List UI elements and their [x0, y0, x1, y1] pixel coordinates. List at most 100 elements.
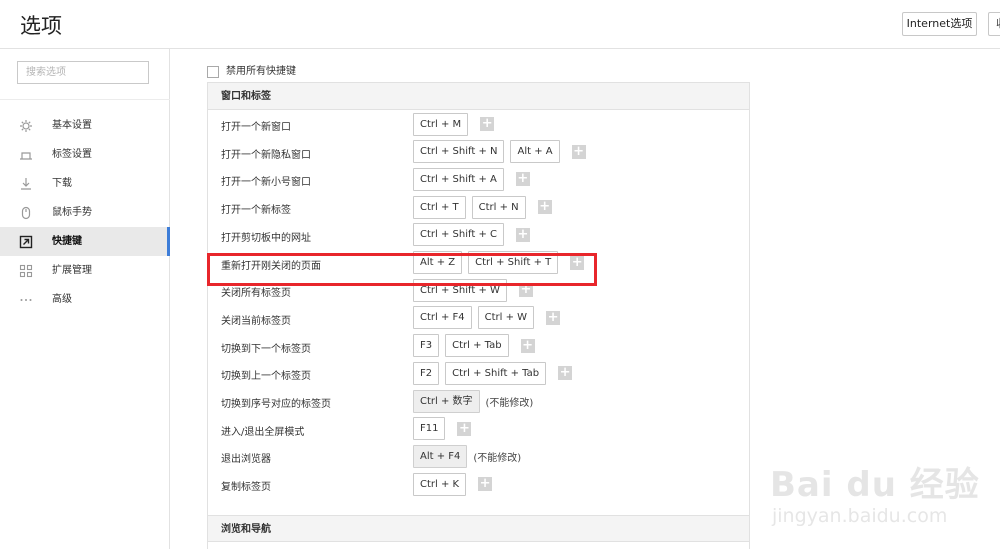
watermark-text: Bai du 经验 [770, 465, 980, 505]
sidebar-item-basic-settings[interactable]: 基本设置 [0, 111, 170, 140]
key-binding[interactable]: Alt + Z [413, 251, 463, 274]
add-shortcut-button[interactable]: + [571, 144, 586, 159]
add-shortcut-button[interactable]: + [546, 310, 561, 325]
key-binding[interactable]: Ctrl + M [413, 112, 469, 136]
key-binding[interactable]: F11 [413, 417, 446, 441]
key-binding[interactable]: Ctrl + T [413, 195, 466, 219]
shortcut-label: 退出浏览器 [221, 454, 271, 466]
page-title: 选项 [20, 14, 62, 38]
sidebar-divider [0, 99, 170, 100]
shortcut-row: 复制标签页 Ctrl + K + [208, 470, 749, 498]
shortcut-icon [19, 235, 33, 249]
shortcut-keys: Alt + F4 (不能修改) [413, 444, 521, 468]
shortcut-row: 进入/退出全屏模式 F11 + [208, 415, 749, 443]
shortcut-row: 打开一个新标签 Ctrl + T Ctrl + N + [208, 193, 749, 221]
sidebar-item-label: 高级 [52, 294, 72, 305]
shortcut-row: 打开一个新窗口 Ctrl + M + [208, 110, 749, 138]
section-header-browse-nav: 浏览和导航 [208, 515, 749, 542]
shortcut-label: 复制标签页 [221, 482, 271, 494]
add-shortcut-button[interactable]: + [515, 172, 530, 187]
key-binding: Alt + F4 [413, 444, 468, 468]
add-shortcut-button[interactable]: + [515, 227, 530, 242]
key-binding[interactable]: Ctrl + Tab [445, 334, 509, 358]
shortcut-keys: Ctrl + Shift + W + [413, 278, 533, 302]
mouse-icon [21, 206, 31, 220]
tab-icon [20, 152, 32, 160]
key-binding[interactable]: Ctrl + K [413, 472, 467, 496]
key-binding[interactable]: Alt + A [510, 140, 560, 164]
more-icon [20, 299, 32, 301]
collapse-button[interactable]: 收 [988, 12, 1000, 36]
shortcut-row: 打开一个新小号窗口 Ctrl + Shift + A + [208, 165, 749, 193]
internet-options-button[interactable]: Internet选项 [902, 12, 977, 36]
key-binding[interactable]: Ctrl + W [477, 306, 535, 330]
sidebar-item-download[interactable]: 下载 [0, 169, 170, 198]
shortcut-row: 关闭当前标签页 Ctrl + F4 Ctrl + W + [208, 304, 749, 332]
shortcut-label: 切换到下一个标签页 [221, 343, 311, 355]
shortcut-label: 打开一个新窗口 [221, 122, 291, 133]
add-shortcut-button[interactable]: + [480, 117, 495, 131]
sidebar-item-advanced[interactable]: 高级 [0, 285, 170, 314]
shortcut-keys: F3 Ctrl + Tab + [413, 334, 535, 358]
watermark-url: jingyan.baidu.com [772, 505, 948, 527]
sidebar-item-label: 基本设置 [52, 120, 92, 131]
key-binding[interactable]: F3 [413, 334, 440, 358]
shortcut-label: 关闭所有标签页 [221, 288, 291, 300]
add-shortcut-button[interactable]: + [478, 477, 493, 492]
sidebar-item-tab-settings[interactable]: 标签设置 [0, 140, 170, 169]
shortcut-label: 打开一个新小号窗口 [221, 177, 311, 189]
key-binding[interactable]: Ctrl + F4 [413, 306, 472, 330]
shortcut-keys: Ctrl + Shift + C + [413, 223, 530, 247]
shortcut-keys: F2 Ctrl + Shift + Tab + [413, 361, 573, 385]
shortcut-keys: Ctrl + K + [413, 472, 493, 496]
add-shortcut-button[interactable]: + [570, 255, 585, 270]
sidebar-item-label: 鼠标手势 [52, 207, 92, 218]
add-shortcut-button[interactable]: + [537, 200, 552, 215]
shortcut-label: 打开一个新隐私窗口 [221, 149, 311, 161]
key-binding[interactable]: F2 [413, 361, 440, 385]
shortcut-row: 退出浏览器 Alt + F4 (不能修改) [208, 442, 749, 470]
key-binding[interactable]: Ctrl + Shift + A [413, 167, 504, 191]
add-shortcut-button[interactable]: + [520, 338, 535, 353]
download-icon [21, 178, 31, 190]
shortcut-keys: Ctrl + 数字 (不能修改) [413, 389, 533, 413]
not-editable-note: (不能修改) [485, 397, 534, 409]
shortcut-row: 重新打开刚关闭的页面 Alt + Z Ctrl + Shift + T + [208, 249, 749, 277]
key-binding: Ctrl + 数字 [413, 389, 480, 413]
disable-all-checkbox[interactable] [207, 66, 219, 78]
sidebar-item-label: 扩展管理 [52, 265, 92, 276]
shortcut-keys: Ctrl + Shift + N Alt + A + [413, 140, 586, 164]
key-binding[interactable]: Ctrl + N [471, 195, 526, 219]
baidu-watermark: Bai du 经验 jingyan.baidu.com [770, 435, 1000, 549]
sidebar: 基本设置 标签设置 下载 鼠标手势 快捷键 扩展管理 高级 [0, 49, 170, 549]
shortcut-label: 打开一个新标签 [221, 205, 291, 217]
shortcut-keys: Ctrl + T Ctrl + N + [413, 195, 552, 219]
shortcuts-panel: 窗口和标签 打开一个新窗口 Ctrl + M + 打开一个新隐私窗口 Ctrl + Sh… [207, 82, 750, 549]
shortcut-row: 打开剪切板中的网址 Ctrl + Shift + C + [208, 221, 749, 249]
shortcut-keys: Alt + Z Ctrl + Shift + T + [413, 251, 585, 275]
add-shortcut-button[interactable]: + [518, 283, 533, 298]
search-input[interactable] [17, 61, 149, 84]
sidebar-item-mouse-gestures[interactable]: 鼠标手势 [0, 198, 170, 227]
gear-icon [20, 120, 32, 132]
key-binding[interactable]: Ctrl + Shift + Tab [445, 361, 547, 385]
sidebar-item-label: 标签设置 [52, 149, 92, 160]
shortcut-label: 进入/退出全屏模式 [221, 426, 305, 438]
sidebar-item-shortcuts[interactable]: 快捷键 [0, 227, 170, 256]
shortcut-label: 切换到上一个标签页 [221, 371, 311, 383]
shortcut-label: 关闭当前标签页 [221, 315, 291, 327]
add-shortcut-button[interactable]: + [457, 421, 472, 436]
sidebar-item-extensions[interactable]: 扩展管理 [0, 256, 170, 285]
key-binding[interactable]: Ctrl + Shift + N [413, 140, 505, 164]
sidebar-item-label: 快捷键 [52, 236, 82, 247]
shortcut-keys: F11 + [413, 417, 472, 441]
key-binding[interactable]: Ctrl + Shift + C [413, 223, 504, 247]
not-editable-note: (不能修改) [473, 452, 522, 464]
key-binding[interactable]: Ctrl + Shift + T [468, 251, 559, 274]
key-binding[interactable]: Ctrl + Shift + W [413, 278, 507, 302]
shortcut-row: 关闭所有标签页 Ctrl + Shift + W + [208, 276, 749, 304]
add-shortcut-button[interactable]: + [558, 366, 573, 381]
header-bar: 选项 Internet选项 收 [0, 0, 1000, 49]
sidebar-item-label: 下载 [52, 178, 72, 189]
extensions-icon [19, 264, 33, 278]
